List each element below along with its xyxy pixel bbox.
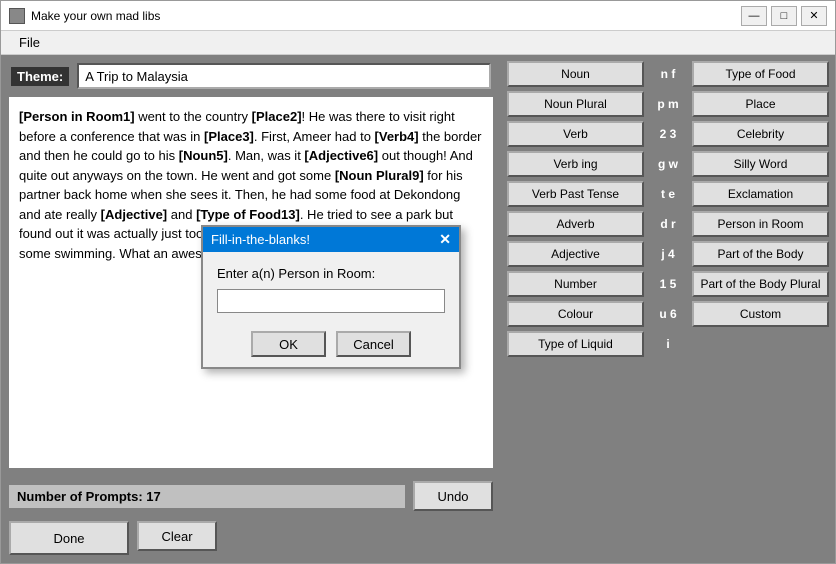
- dialog-overlay: Fill-in-the-blanks! ✕ Enter a(n) Person …: [1, 55, 835, 563]
- dialog-title-bar: Fill-in-the-blanks! ✕: [203, 227, 459, 252]
- main-content: Theme: [Person in Room1] went to the cou…: [1, 55, 835, 563]
- dialog-close-button[interactable]: ✕: [439, 231, 451, 248]
- maximize-button[interactable]: □: [771, 6, 797, 26]
- close-button[interactable]: ✕: [801, 6, 827, 26]
- main-window: Make your own mad libs — □ ✕ File Theme:…: [0, 0, 836, 564]
- title-bar: Make your own mad libs — □ ✕: [1, 1, 835, 31]
- dialog-ok-button[interactable]: OK: [251, 331, 326, 357]
- minimize-button[interactable]: —: [741, 6, 767, 26]
- app-icon: [9, 8, 25, 24]
- dialog-input[interactable]: [217, 289, 445, 313]
- title-bar-controls: — □ ✕: [741, 6, 827, 26]
- file-menu[interactable]: File: [9, 33, 50, 52]
- dialog-buttons: OK Cancel: [203, 323, 459, 367]
- menu-bar: File: [1, 31, 835, 55]
- window-title: Make your own mad libs: [31, 9, 741, 23]
- dialog-box: Fill-in-the-blanks! ✕ Enter a(n) Person …: [201, 225, 461, 369]
- dialog-cancel-button[interactable]: Cancel: [336, 331, 411, 357]
- dialog-prompt: Enter a(n) Person in Room:: [217, 266, 445, 281]
- dialog-body: Enter a(n) Person in Room:: [203, 252, 459, 323]
- dialog-title: Fill-in-the-blanks!: [211, 232, 310, 247]
